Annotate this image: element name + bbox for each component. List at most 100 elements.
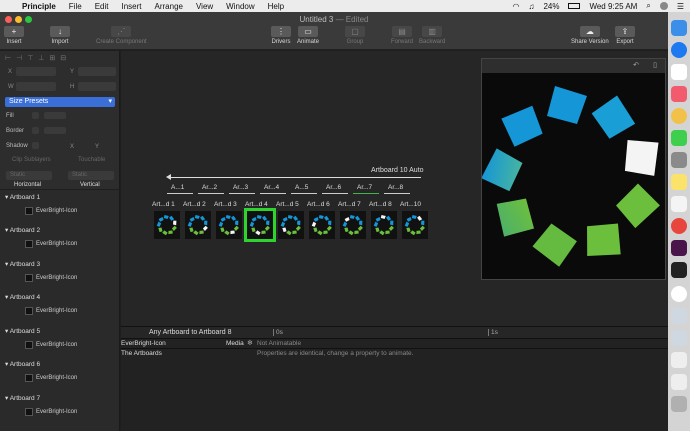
import-button[interactable]: ↓ Import — [50, 26, 70, 45]
figma-icon[interactable] — [671, 262, 687, 278]
touchable-checkbox[interactable]: Touchable — [78, 157, 105, 163]
insert-button[interactable]: + Insert — [4, 26, 24, 45]
horizontal-static-select[interactable]: Static — [6, 171, 52, 180]
artboard-thumbnail[interactable] — [216, 211, 242, 239]
layer-artboard-name[interactable]: ▾ Artboard 2 — [5, 226, 40, 234]
artboard-label[interactable]: Art...d 1 — [152, 201, 175, 208]
fill-swatch[interactable] — [32, 112, 39, 119]
artboard-label[interactable]: Art...d 8 — [369, 201, 392, 208]
fill-field[interactable] — [44, 112, 66, 119]
transition-name[interactable]: Any Artboard to Artboard 8 — [149, 329, 232, 336]
layer-artboard[interactable]: ▾ Artboard 7 EverBright-Icon — [0, 391, 119, 424]
clock[interactable]: Wed 9:25 AM — [589, 2, 637, 11]
border-swatch[interactable] — [32, 127, 39, 134]
artboard-thumbnail[interactable] — [402, 211, 428, 239]
border-field[interactable] — [44, 127, 66, 134]
layer-artboard[interactable]: ▾ Artboard 2 EverBright-Icon — [0, 223, 119, 256]
timeline-row-group[interactable]: The Artboards Properties are identical, … — [121, 349, 668, 359]
menu-insert[interactable]: Insert — [121, 2, 141, 11]
transition-label[interactable]: A...5 — [295, 184, 308, 191]
create-component-button[interactable]: ⋰ Create Component — [96, 26, 147, 45]
auto-flow-label[interactable]: Artboard 10 Auto — [371, 167, 424, 174]
layer-artboard-name[interactable]: ▾ Artboard 5 — [5, 327, 40, 335]
menu-app[interactable]: Principle — [22, 2, 56, 11]
animate-button[interactable]: ▭ Animate — [297, 26, 319, 45]
user-icon[interactable] — [659, 2, 668, 10]
transition-label[interactable]: Ar...4 — [264, 184, 279, 191]
artboard-thumbnail[interactable] — [154, 211, 180, 239]
system-preferences-icon[interactable] — [671, 152, 687, 168]
transition-arrow[interactable] — [229, 193, 255, 194]
slack-icon[interactable] — [671, 240, 687, 256]
menu-view[interactable]: View — [196, 2, 213, 11]
trash-icon[interactable] — [671, 396, 687, 412]
artboard-thumbnail[interactable] — [185, 211, 211, 239]
device-icon[interactable]: ▯ — [653, 61, 657, 69]
artboard-thumbnail[interactable] — [309, 211, 335, 239]
artboard-label[interactable]: Art...d 3 — [214, 201, 237, 208]
folder-icon[interactable] — [671, 308, 687, 324]
layer-artboard-name[interactable]: ▾ Artboard 3 — [5, 260, 40, 268]
x-field[interactable] — [16, 67, 56, 76]
menu-edit[interactable]: Edit — [95, 2, 109, 11]
menu-arrange[interactable]: Arrange — [155, 2, 183, 11]
transition-arrow[interactable] — [291, 193, 317, 194]
artboard-label[interactable]: Art...d 2 — [183, 201, 206, 208]
shadow-swatch[interactable] — [32, 142, 39, 149]
artboard-label[interactable]: Art...10 — [400, 201, 421, 208]
chrome-icon[interactable] — [671, 218, 687, 234]
layer-child[interactable]: EverBright-Icon — [25, 374, 77, 382]
battery-icon[interactable] — [568, 3, 581, 9]
transition-label[interactable]: Ar...8 — [388, 184, 403, 191]
layer-artboard[interactable]: ▾ Artboard 5 EverBright-Icon — [0, 324, 119, 357]
reminders-icon[interactable] — [671, 196, 687, 212]
music-icon[interactable]: ♫ — [528, 2, 534, 11]
search-icon[interactable]: ⌕ — [646, 1, 650, 11]
drivers-button[interactable]: ⋮ Drivers — [271, 26, 291, 45]
menu-file[interactable]: File — [69, 2, 82, 11]
menu-help[interactable]: Help — [268, 2, 284, 11]
music-app-icon[interactable] — [671, 86, 687, 102]
forward-button[interactable]: ▤ Forward — [391, 26, 413, 45]
artboard-thumbnail[interactable] — [340, 211, 366, 239]
share-version-button[interactable]: ☁ Share Version — [571, 26, 609, 45]
size-presets-select[interactable]: Size Presets ▾ — [5, 97, 115, 107]
downloads-icon[interactable] — [671, 330, 687, 346]
align-icons[interactable]: ⊢⊣⊤⊥⊞⊟ — [5, 54, 115, 62]
menu-window[interactable]: Window — [226, 2, 254, 11]
calendar-icon[interactable] — [671, 64, 687, 80]
rewind-icon[interactable]: ↶ — [633, 61, 639, 69]
backward-button[interactable]: ▥ Backward — [419, 26, 445, 45]
group-button[interactable]: ▢ Group — [345, 26, 365, 45]
layer-artboard-name[interactable]: ▾ Artboard 1 — [5, 193, 40, 201]
timeline-row-layer[interactable]: EverBright-Icon Media ❄ Not Animatable — [121, 339, 668, 349]
layer-child[interactable]: EverBright-Icon — [25, 341, 77, 349]
y-field[interactable] — [78, 67, 116, 76]
transition-label[interactable]: Ar...6 — [326, 184, 341, 191]
transition-label[interactable]: Ar...3 — [233, 184, 248, 191]
timeline-layer-name[interactable]: EverBright-Icon — [121, 340, 166, 347]
finder-icon[interactable] — [671, 20, 687, 36]
document-icon[interactable] — [671, 352, 687, 368]
layer-artboard[interactable]: ▾ Artboard 6 EverBright-Icon — [0, 357, 119, 390]
layer-child[interactable]: EverBright-Icon — [25, 408, 77, 416]
layer-child[interactable]: EverBright-Icon — [25, 207, 77, 215]
messages-icon[interactable] — [671, 130, 687, 146]
photos-icon[interactable] — [671, 108, 687, 124]
clip-sublayers-checkbox[interactable]: Clip Sublayers — [12, 157, 51, 163]
layer-artboard-name[interactable]: ▾ Artboard 6 — [5, 360, 40, 368]
transition-arrow[interactable] — [198, 193, 224, 194]
layer-child[interactable]: EverBright-Icon — [25, 274, 77, 282]
artboard-label[interactable]: Art...d 6 — [307, 201, 330, 208]
notes-icon[interactable] — [671, 174, 687, 190]
layer-artboard[interactable]: ▾ Artboard 4 EverBright-Icon — [0, 290, 119, 323]
transition-arrow[interactable] — [322, 193, 348, 194]
layer-artboard-name[interactable]: ▾ Artboard 7 — [5, 394, 40, 402]
artboard-thumbnail[interactable] — [278, 211, 304, 239]
transition-arrow[interactable] — [167, 193, 193, 194]
list-icon[interactable]: ☰ — [677, 2, 684, 11]
artboard-label[interactable]: Art...d 5 — [276, 201, 299, 208]
auto-flow-line[interactable] — [168, 177, 421, 178]
battery-percent[interactable]: 24% — [543, 2, 559, 11]
layer-child[interactable]: EverBright-Icon — [25, 307, 77, 315]
